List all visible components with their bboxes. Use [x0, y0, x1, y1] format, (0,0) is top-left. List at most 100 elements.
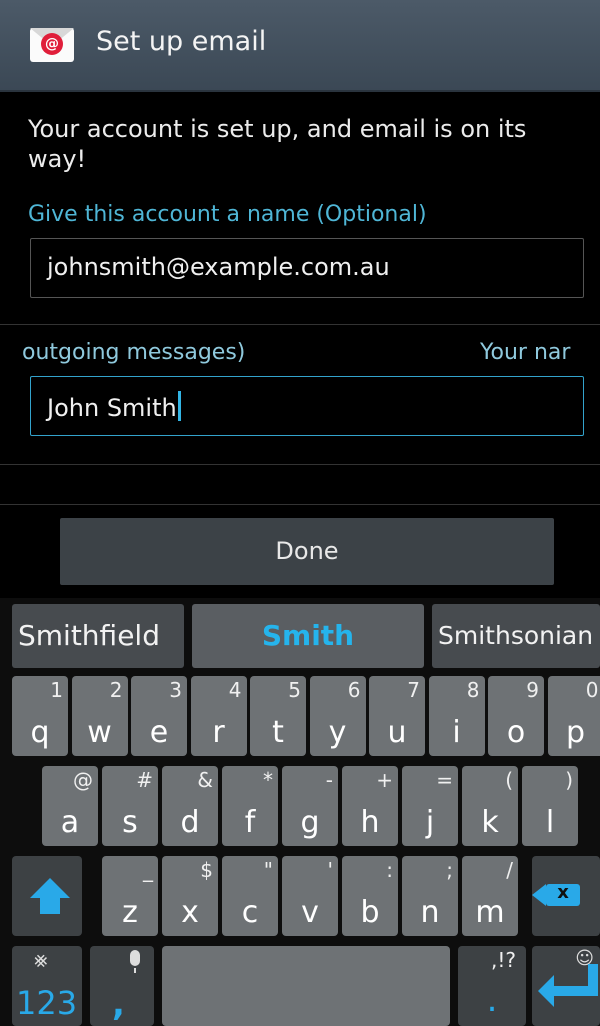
- email-app-icon: @: [30, 28, 74, 62]
- key-d[interactable]: & d: [162, 766, 218, 846]
- key-l[interactable]: ) l: [522, 766, 578, 846]
- key-g-hint: -: [325, 768, 333, 792]
- key-v[interactable]: ' v: [282, 856, 338, 936]
- key-s-label: s: [122, 805, 138, 840]
- key-c-hint: ": [263, 858, 273, 882]
- key-t[interactable]: 5t: [250, 676, 306, 756]
- key-r-hint: 4: [228, 678, 242, 702]
- key-d-hint: &: [197, 768, 213, 792]
- key-h[interactable]: + h: [342, 766, 398, 846]
- period-key-label: .: [486, 980, 498, 1020]
- shift-icon-stem: [40, 898, 60, 914]
- page-title: Set up email: [96, 26, 267, 57]
- shift-key[interactable]: [12, 856, 82, 936]
- key-x[interactable]: $ x: [162, 856, 218, 936]
- key-h-label: h: [360, 805, 380, 840]
- key-n-label: n: [420, 895, 440, 930]
- key-x-hint: $: [200, 858, 213, 882]
- key-u[interactable]: 7u: [369, 676, 425, 756]
- key-b[interactable]: :b: [342, 856, 398, 936]
- key-s-hint: #: [136, 768, 153, 792]
- key-j-hint: =: [436, 768, 453, 792]
- key-i-hint: 8: [466, 678, 480, 702]
- key-p-label: p: [565, 715, 586, 750]
- key-s[interactable]: # s: [102, 766, 158, 846]
- key-r[interactable]: 4r: [190, 676, 247, 756]
- backspace-icon-x: x: [557, 882, 569, 903]
- key-l-hint: ): [565, 768, 573, 792]
- swiftkey-icon: ⨳: [34, 948, 48, 973]
- key-t-label: t: [272, 715, 284, 750]
- your-name-label-left: outgoing messages): [22, 340, 246, 365]
- done-button[interactable]: Done: [60, 518, 554, 585]
- key-z[interactable]: _ z: [102, 856, 158, 936]
- key-y-hint: 6: [347, 678, 361, 702]
- backspace-key[interactable]: x: [532, 856, 600, 936]
- key-j-label: j: [425, 805, 435, 840]
- backspace-icon: x: [532, 882, 580, 906]
- key-f[interactable]: * f: [222, 766, 278, 846]
- key-v-hint: ': [327, 858, 334, 882]
- suggestion-left[interactable]: Smithfield: [12, 604, 184, 668]
- enter-icon: [538, 964, 598, 1007]
- key-k-hint: (: [505, 768, 513, 792]
- account-name-input[interactable]: johnsmith@example.com.au: [30, 238, 584, 298]
- your-name-input[interactable]: John Smith: [30, 376, 584, 436]
- key-q-hint: 1: [50, 678, 63, 702]
- key-c[interactable]: " c: [222, 856, 278, 936]
- key-y-label: y: [328, 715, 347, 750]
- key-w[interactable]: 2w: [71, 676, 128, 756]
- key-u-hint: 7: [407, 678, 420, 702]
- key-e[interactable]: 3e: [131, 676, 187, 756]
- key-y[interactable]: 6y: [309, 676, 366, 756]
- key-l-label: l: [545, 805, 555, 840]
- key-v-label: v: [301, 895, 319, 930]
- key-a-label: a: [60, 805, 80, 840]
- key-g-label: g: [300, 805, 320, 840]
- section-divider: [0, 464, 600, 465]
- key-o-label: o: [506, 715, 526, 750]
- key-q-label: q: [30, 715, 50, 750]
- account-name-value: johnsmith@example.com.au: [47, 253, 390, 281]
- space-key[interactable]: [162, 946, 450, 1026]
- period-key[interactable]: ,!?.: [458, 946, 526, 1026]
- period-key-hint: ,!?: [491, 948, 516, 972]
- key-i-label: i: [452, 715, 461, 750]
- suggestion-center[interactable]: Smith: [192, 604, 424, 668]
- key-p[interactable]: 0p: [547, 676, 600, 756]
- key-h-hint: +: [376, 768, 393, 792]
- key-a[interactable]: @ a: [42, 766, 98, 846]
- key-z-label: z: [122, 895, 138, 930]
- key-n[interactable]: ; n: [402, 856, 458, 936]
- numbers-key[interactable]: 123 ⨳: [12, 946, 82, 1026]
- your-name-label-right: Your nar: [480, 340, 571, 365]
- comma-key[interactable]: ,: [90, 946, 154, 1026]
- key-j[interactable]: = j: [402, 766, 458, 846]
- key-m-hint: /: [506, 858, 513, 882]
- account-name-label: Give this account a name (Optional): [28, 202, 427, 227]
- key-g[interactable]: -g: [282, 766, 338, 846]
- key-e-hint: 3: [169, 678, 182, 702]
- key-m[interactable]: / m: [462, 856, 518, 936]
- key-k[interactable]: (k: [462, 766, 518, 846]
- comma-key-label: ,: [112, 984, 125, 1024]
- setup-message: Your account is set up, and email is on …: [28, 115, 527, 173]
- key-o[interactable]: 9o: [488, 676, 544, 756]
- key-n-hint: ;: [446, 858, 453, 882]
- key-t-hint: 5: [288, 678, 301, 702]
- key-f-label: f: [244, 805, 256, 840]
- key-i[interactable]: 8i: [428, 676, 485, 756]
- key-f-hint: *: [263, 768, 273, 792]
- keyboard: Smithfield Smith Smithsonian 1q2w3e4r5t6…: [0, 598, 600, 1026]
- key-r-label: r: [212, 715, 225, 750]
- suggestion-right[interactable]: Smithsonian: [432, 604, 600, 668]
- key-b-hint: :: [386, 858, 393, 882]
- key-m-label: m: [475, 895, 505, 930]
- section-divider: [0, 504, 600, 505]
- key-x-label: x: [181, 895, 199, 930]
- key-q[interactable]: 1q: [12, 676, 68, 756]
- enter-key[interactable]: ☺: [532, 946, 600, 1026]
- key-d-label: d: [180, 805, 200, 840]
- section-divider: [0, 324, 600, 325]
- key-c-label: c: [241, 895, 259, 930]
